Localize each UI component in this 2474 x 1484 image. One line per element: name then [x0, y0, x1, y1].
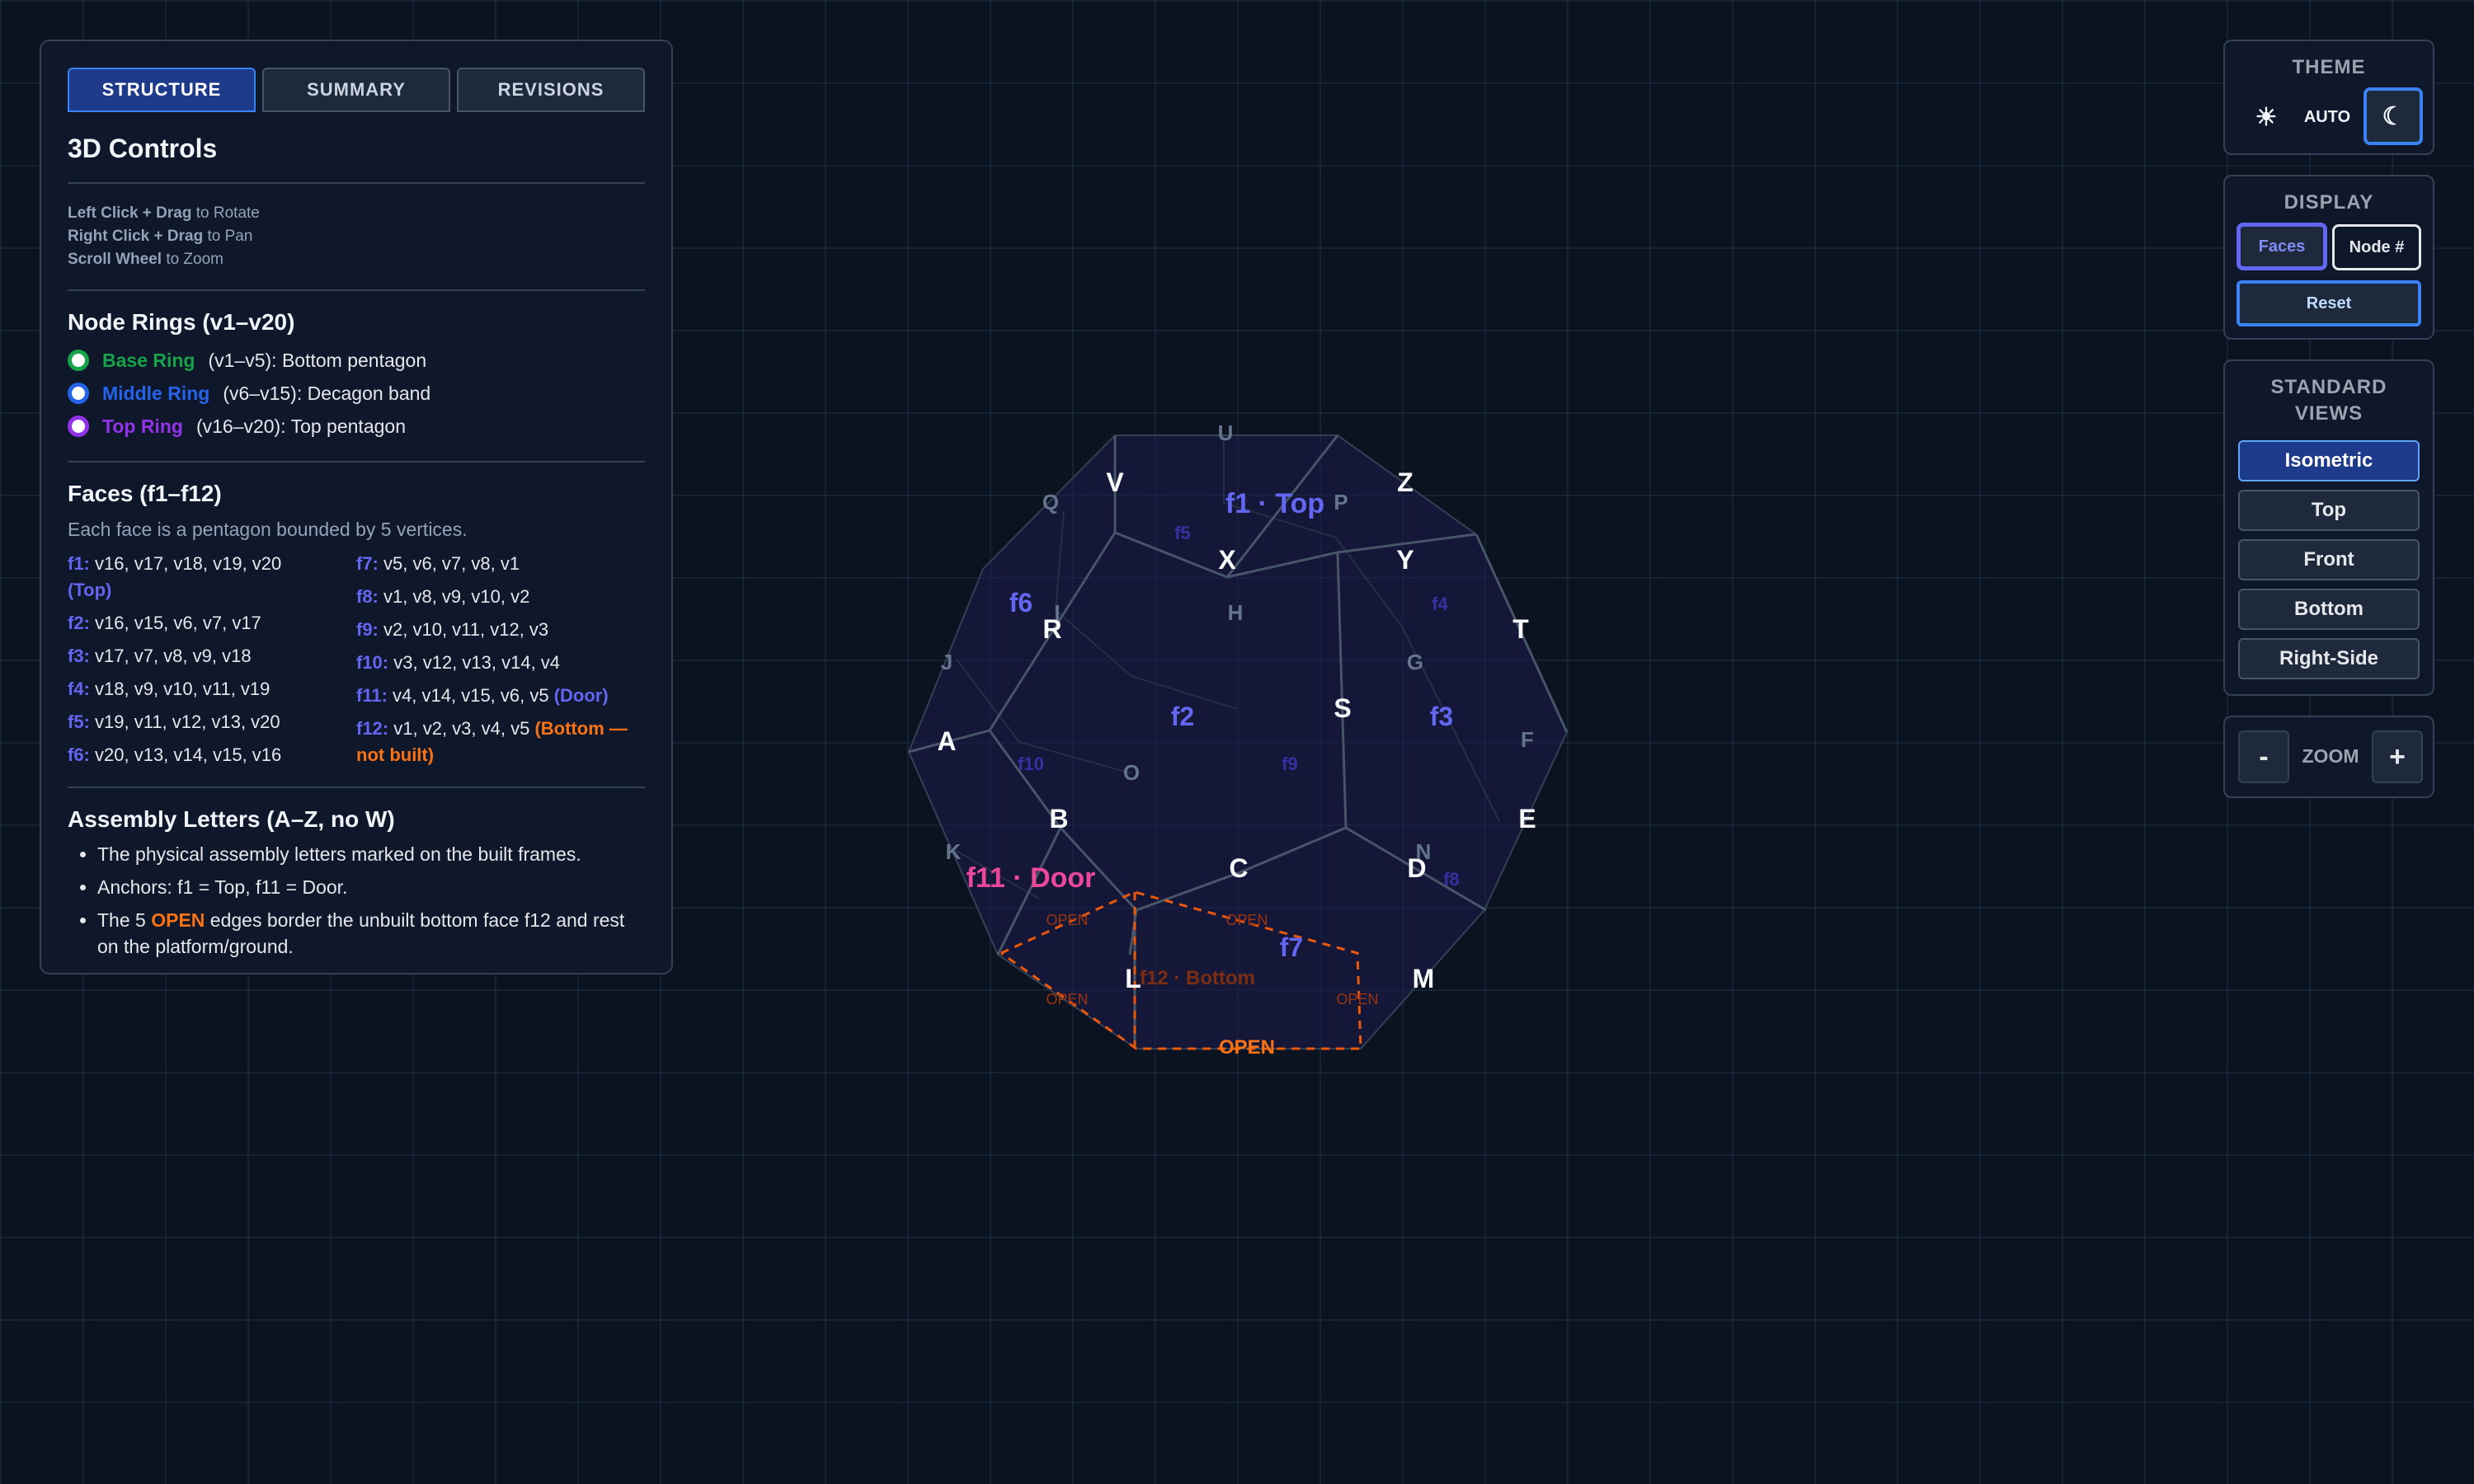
vertex-label: B	[1049, 804, 1068, 834]
hidden-face-label: f5	[1174, 523, 1191, 543]
hidden-face-label: f10	[1018, 754, 1044, 774]
vertex-label: M	[1413, 964, 1435, 993]
hidden-vertex-label: U	[1218, 420, 1234, 445]
vertex-label: V	[1106, 467, 1124, 497]
open-edge-label: OPEN	[1225, 912, 1268, 928]
hidden-face-label: f8	[1443, 869, 1460, 890]
hidden-vertex-label: J	[941, 650, 952, 674]
hidden-vertex-label: O	[1123, 760, 1140, 785]
hidden-vertex-label: K	[946, 839, 962, 864]
vertex-label: Z	[1397, 467, 1413, 497]
face-label: f1 · Top	[1225, 488, 1324, 519]
face-label: f2	[1171, 702, 1194, 731]
hidden-face-label: f9	[1282, 754, 1298, 774]
vertex-label: E	[1518, 804, 1536, 834]
hidden-face-label: f4	[1432, 594, 1448, 614]
hidden-vertex-label: Q	[1042, 490, 1059, 514]
vertex-label: A	[937, 726, 956, 756]
hidden-vertex-label: P	[1333, 490, 1348, 514]
dodecahedron-model[interactable]: V Z X Y R T S A B E C D L M U Q P I H J …	[0, 0, 2474, 1484]
vertex-label: T	[1512, 614, 1529, 644]
bottom-face-label: f12 · Bottom	[1140, 967, 1255, 989]
face-label: f3	[1430, 702, 1453, 731]
vertex-label: L	[1125, 964, 1141, 993]
hidden-vertex-label: N	[1416, 839, 1432, 864]
vertex-label: Y	[1396, 545, 1413, 575]
vertex-label: C	[1229, 853, 1248, 883]
hidden-vertex-label: G	[1407, 650, 1423, 674]
hidden-vertex-label: I	[1054, 600, 1060, 625]
vertex-label: S	[1333, 693, 1351, 723]
model-silhouette	[907, 434, 1569, 1050]
hidden-vertex-label: F	[1521, 727, 1534, 752]
open-edge-label: OPEN	[1046, 991, 1088, 1007]
hidden-vertex-label: H	[1228, 600, 1244, 625]
open-edge-label: OPEN	[1336, 991, 1378, 1007]
open-edge-main-label: OPEN	[1219, 1036, 1275, 1059]
face-label: f6	[1009, 588, 1032, 618]
vertex-label: X	[1218, 545, 1236, 575]
door-face-label: f11 · Door	[967, 862, 1096, 894]
face-label: f7	[1280, 932, 1303, 962]
open-edge-label: OPEN	[1046, 912, 1088, 928]
